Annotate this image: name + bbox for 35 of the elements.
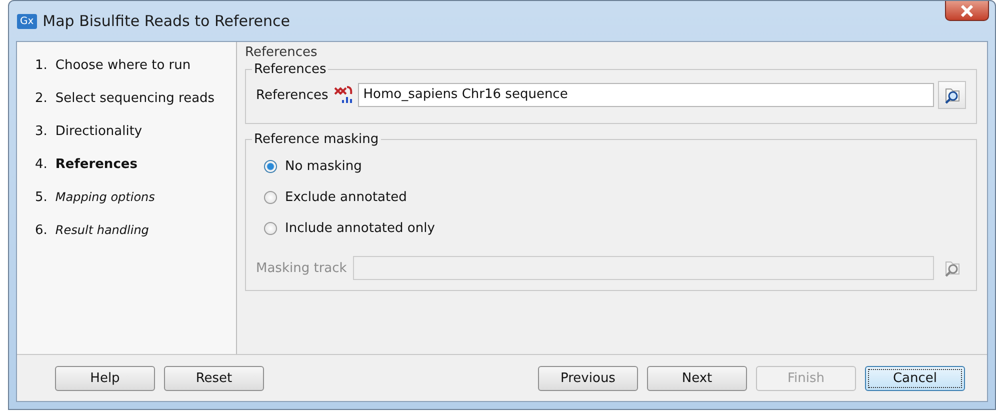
radio-option[interactable]: No masking xyxy=(256,151,966,182)
step-label: Select sequencing reads xyxy=(55,91,215,106)
sequence-icon xyxy=(334,85,354,105)
field-label: Masking track xyxy=(256,260,347,276)
step-label: References xyxy=(55,157,138,172)
step-number: 1. xyxy=(35,58,48,73)
step-number: 4. xyxy=(35,157,48,172)
radio-button[interactable] xyxy=(264,191,277,204)
window-title: Map Bisulfite Reads to Reference xyxy=(42,12,290,30)
radio-option[interactable]: Include annotated only xyxy=(256,213,966,244)
radio-button[interactable] xyxy=(264,222,277,235)
step-number: 3. xyxy=(35,124,48,139)
dialog-button[interactable]: Help xyxy=(55,366,155,390)
dialog-button[interactable]: Cancel xyxy=(865,366,965,390)
browse-button[interactable] xyxy=(938,81,966,109)
dialog-button[interactable]: Previous xyxy=(538,366,638,390)
app-icon: Gx xyxy=(17,14,37,28)
radio-option[interactable]: Exclude annotated xyxy=(256,182,966,213)
radio-button[interactable] xyxy=(264,160,277,173)
step-label: Directionality xyxy=(55,124,142,139)
dialog-button[interactable]: Next xyxy=(647,366,747,390)
group-title: References xyxy=(253,62,328,77)
step-label: Choose where to run xyxy=(55,58,191,73)
step-label: Result handling xyxy=(55,223,149,238)
close-button[interactable] xyxy=(945,1,989,21)
reference-field[interactable]: Homo_sapiens Chr16 sequence xyxy=(358,83,934,107)
page-title: References xyxy=(245,45,318,60)
step-label: Mapping options xyxy=(55,190,155,205)
field-label: References xyxy=(256,88,328,102)
step-number: 6. xyxy=(35,223,48,238)
step-number: 5. xyxy=(35,190,48,205)
step-number: 2. xyxy=(35,91,48,106)
dialog-button[interactable]: Reset xyxy=(164,366,264,390)
close-icon xyxy=(960,4,974,16)
group-title: Reference masking xyxy=(253,132,380,147)
